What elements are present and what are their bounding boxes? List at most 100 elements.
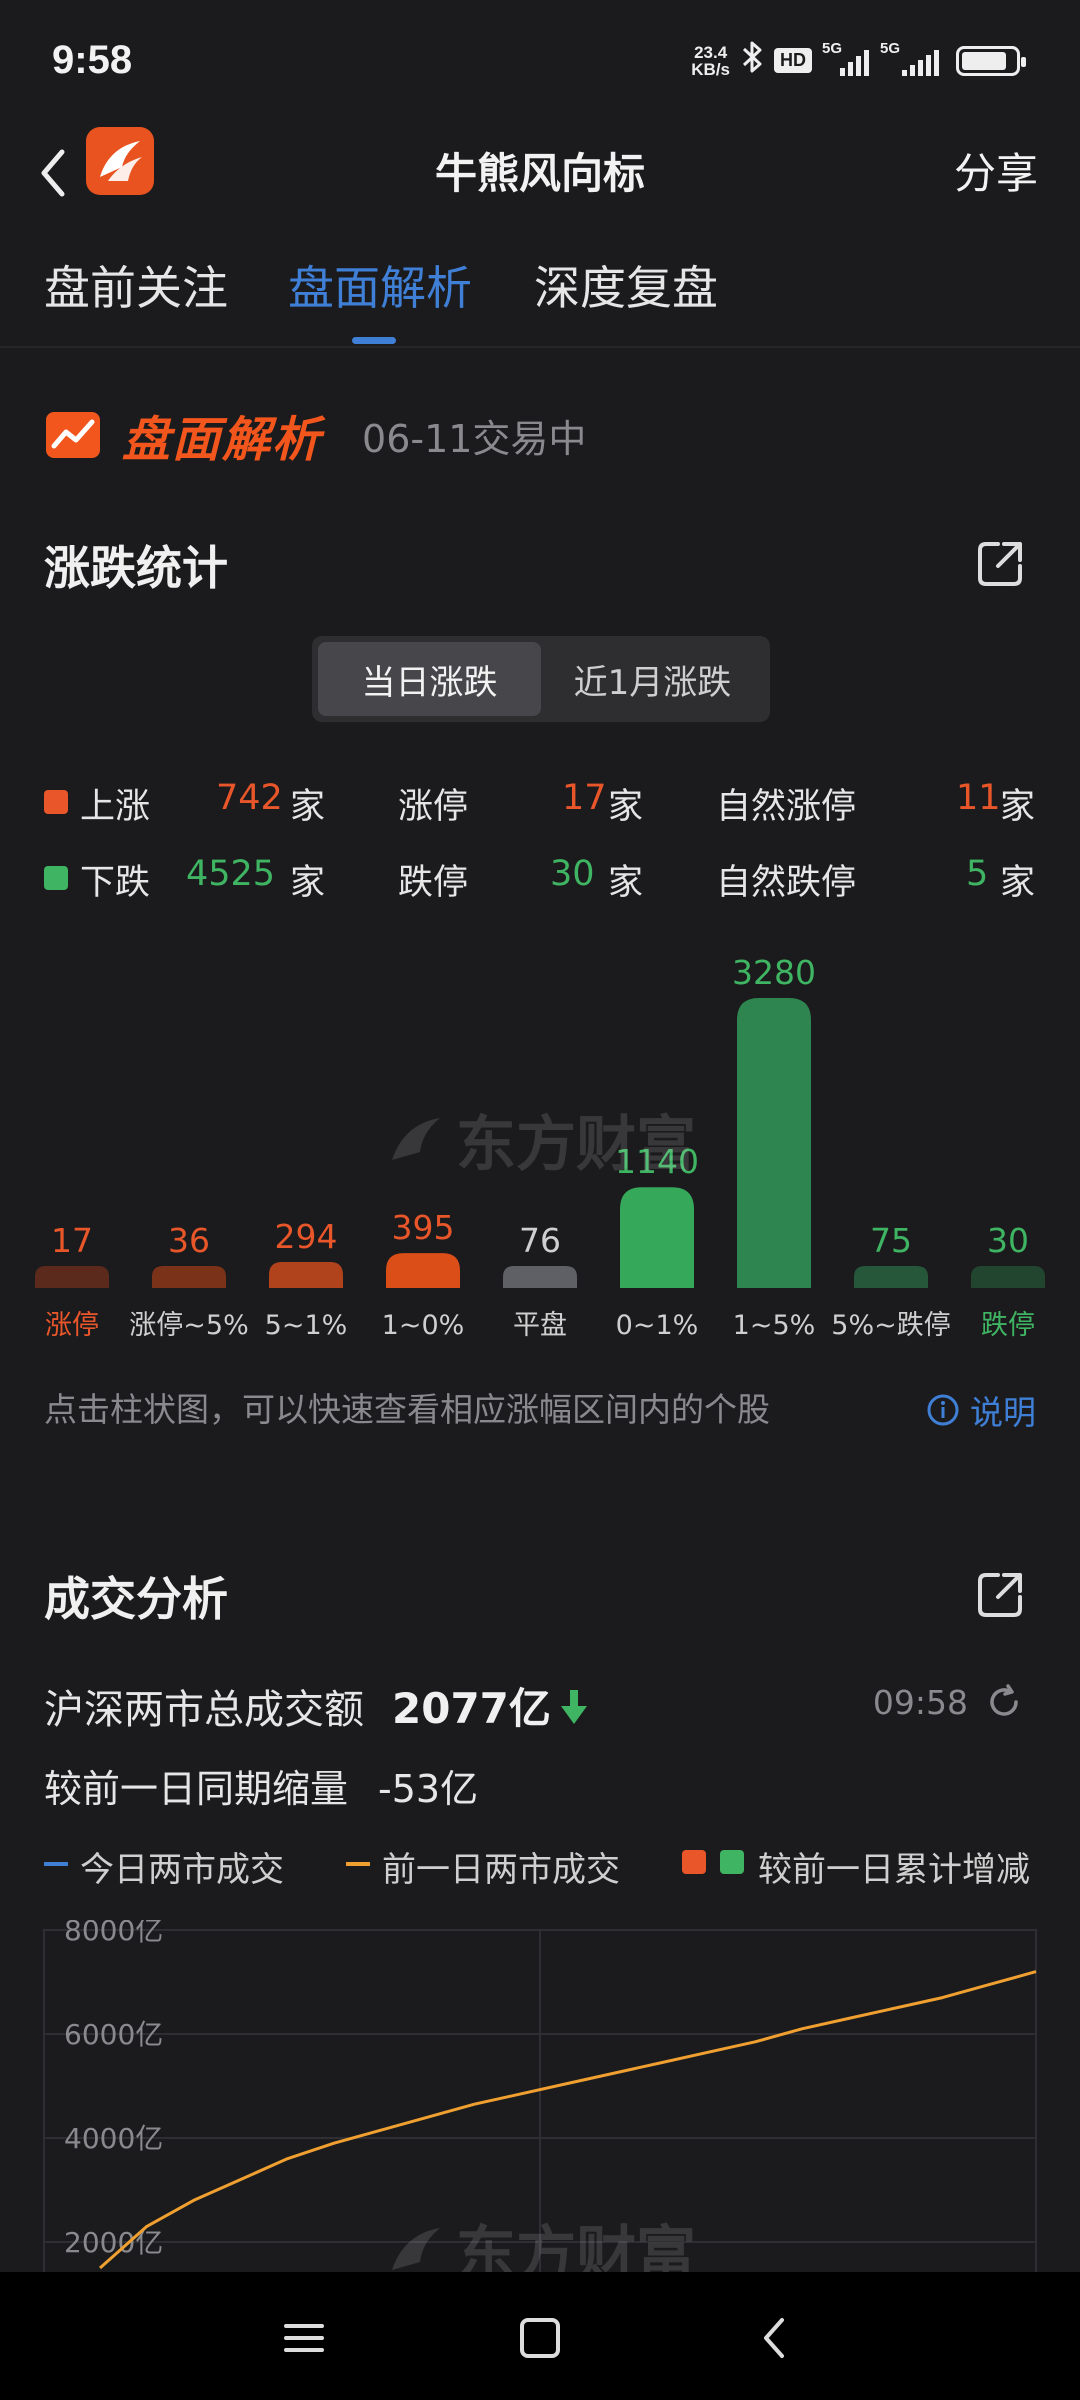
total-label: 沪深两市总成交额 — [44, 1686, 364, 1733]
page-title: 牛熊风向标 — [434, 149, 645, 198]
limit-up-label: 涨停 — [398, 787, 469, 827]
limit-up-unit: 家 — [608, 787, 644, 827]
bar-value-label: 76 — [519, 1221, 561, 1260]
tab-deep-review[interactable]: 深度复盘 — [534, 252, 718, 318]
status-icons: 23.4 KB/s HD 5G 5G — [691, 40, 1026, 81]
legend-diff: 较前一日累计增减 — [758, 1850, 1030, 1890]
up-unit: 家 — [290, 787, 326, 827]
legend-increase-swatch — [682, 1850, 706, 1874]
bar-category-label: 1~0% — [382, 1310, 465, 1341]
stats-row-up: 上涨 742 家 涨停 17 家 自然涨停 11 家 — [44, 772, 1044, 832]
section-date: 06-11交易中 — [362, 416, 587, 461]
bar-2[interactable] — [269, 1262, 343, 1288]
bar-category-label: 涨停 — [45, 1310, 99, 1341]
legend-prev: 前一日两市成交 — [382, 1850, 620, 1890]
volume-line-chart: 2000亿 4000亿 6000亿 8000亿 — [40, 1920, 1040, 2272]
bar-4[interactable] — [503, 1266, 577, 1288]
volume-legend: 今日两市成交 前一日两市成交 较前一日累计增减 — [44, 1842, 1044, 1890]
natural-down-label: 自然跌停 — [716, 863, 857, 903]
signal-icon-1: 5G — [822, 40, 870, 76]
natural-up-label: 自然涨停 — [716, 787, 857, 827]
down-unit: 家 — [290, 863, 326, 903]
bar-category-label: 1~5% — [733, 1310, 816, 1341]
bar-value-label: 3280 — [732, 953, 816, 992]
total-turnover: 沪深两市总成交额 2077亿 — [44, 1675, 591, 1736]
menu-icon[interactable] — [276, 2310, 332, 2366]
natural-up-unit: 家 — [1000, 787, 1036, 827]
bar-value-label: 36 — [168, 1221, 210, 1260]
down-count: 4525 — [186, 854, 276, 894]
eastmoney-logo-icon — [86, 127, 154, 195]
share-button[interactable]: 分享 — [954, 140, 1038, 201]
trend-chart-icon — [46, 412, 100, 458]
bar-8[interactable] — [971, 1266, 1045, 1288]
signal-icon-2: 5G — [880, 40, 946, 76]
net-speed: 23.4 KB/s — [691, 42, 730, 79]
legend-decrease-swatch — [720, 1850, 744, 1874]
down-label: 下跌 — [80, 863, 151, 903]
natural-down-count: 5 — [966, 854, 989, 894]
toggle-month[interactable]: 近1月涨跌 — [541, 642, 764, 716]
tab-bar: 盘前关注 盘面解析 深度复盘 — [0, 230, 1080, 348]
bar-category-label: 5~1% — [265, 1310, 348, 1341]
compare-line: 较前一日同期缩量 -53亿 — [44, 1758, 478, 1813]
total-value: 2077亿 — [392, 1684, 551, 1733]
limit-down-label: 跌停 — [398, 863, 469, 903]
external-link-icon[interactable] — [972, 1567, 1028, 1623]
down-arrow-icon — [560, 1689, 587, 1724]
bar-3[interactable] — [386, 1253, 460, 1288]
bar-value-label: 1140 — [615, 1142, 699, 1181]
natural-down-unit: 家 — [1000, 863, 1036, 903]
bar-value-label: 17 — [51, 1221, 93, 1260]
y-tick-label: 6000亿 — [64, 2018, 163, 2051]
limit-down-count: 30 — [550, 854, 595, 894]
up-dot — [44, 790, 68, 814]
natural-up-count: 11 — [956, 778, 1001, 818]
up-label: 上涨 — [80, 787, 151, 827]
tab-market-analysis[interactable]: 盘面解析 — [288, 252, 472, 318]
rise-fall-title: 涨跌统计 — [44, 541, 228, 595]
status-time: 9:58 — [52, 38, 133, 82]
toggle-today[interactable]: 当日涨跌 — [318, 642, 541, 716]
stats-row-down: 下跌 4525 家 跌停 30 家 自然跌停 5 家 — [44, 848, 1044, 908]
app-bar: 牛熊风向标 分享 — [0, 120, 1080, 230]
bar-0[interactable] — [35, 1266, 109, 1288]
series-line-previous-day — [99, 1970, 1037, 2270]
up-count: 742 — [216, 778, 283, 818]
section-header: 盘面解析 06-11交易中 — [44, 400, 586, 470]
distribution-bar-chart-svg: 17 涨停 36 涨停~5% 294 5~1% 395 1~0% 76 平盘 1140 0~1% 328… — [35, 953, 1045, 1341]
bar-value-label: 30 — [987, 1221, 1029, 1260]
external-link-icon[interactable] — [972, 536, 1028, 592]
bar-category-label: 0~1% — [616, 1310, 699, 1341]
explain-link[interactable]: 说明 — [926, 1386, 1036, 1434]
back-icon[interactable] — [748, 2310, 804, 2366]
limit-up-count: 17 — [562, 778, 607, 818]
period-toggle: 当日涨跌 近1月涨跌 — [312, 636, 770, 722]
chart-hint: 点击柱状图，可以快速查看相应涨幅区间内的个股 — [44, 1390, 770, 1429]
battery-icon — [956, 45, 1026, 76]
legend-today-swatch — [44, 1862, 68, 1866]
bar-category-label: 涨停~5% — [129, 1310, 248, 1341]
y-tick-label: 4000亿 — [64, 2122, 163, 2155]
bar-category-label: 5%~跌停 — [831, 1310, 950, 1341]
home-icon[interactable] — [512, 2310, 568, 2366]
bar-6[interactable] — [737, 998, 811, 1288]
compare-value: -53亿 — [378, 1767, 479, 1811]
bar-category-label: 平盘 — [513, 1310, 567, 1341]
bar-5[interactable] — [620, 1187, 694, 1288]
limit-down-unit: 家 — [608, 863, 644, 903]
refresh-icon[interactable] — [984, 1682, 1024, 1722]
back-arrow-icon[interactable] — [30, 138, 80, 208]
bar-7[interactable] — [854, 1266, 928, 1288]
compare-label: 较前一日同期缩量 — [44, 1767, 349, 1811]
bar-1[interactable] — [152, 1266, 226, 1288]
legend-today: 今日两市成交 — [80, 1850, 284, 1890]
tab-pre-market[interactable]: 盘前关注 — [44, 252, 228, 318]
system-nav-bar — [0, 2272, 1080, 2400]
volume-title: 成交分析 — [44, 1572, 228, 1626]
info-icon — [927, 1394, 959, 1426]
status-bar: 9:58 23.4 KB/s HD 5G 5G — [0, 0, 1080, 120]
down-dot — [44, 866, 68, 890]
distribution-bar-chart: 17 涨停 36 涨停~5% 294 5~1% 395 1~0% 76 平盘 1140 0~1% 328… — [0, 930, 1080, 1350]
legend-prev-swatch — [346, 1862, 370, 1866]
